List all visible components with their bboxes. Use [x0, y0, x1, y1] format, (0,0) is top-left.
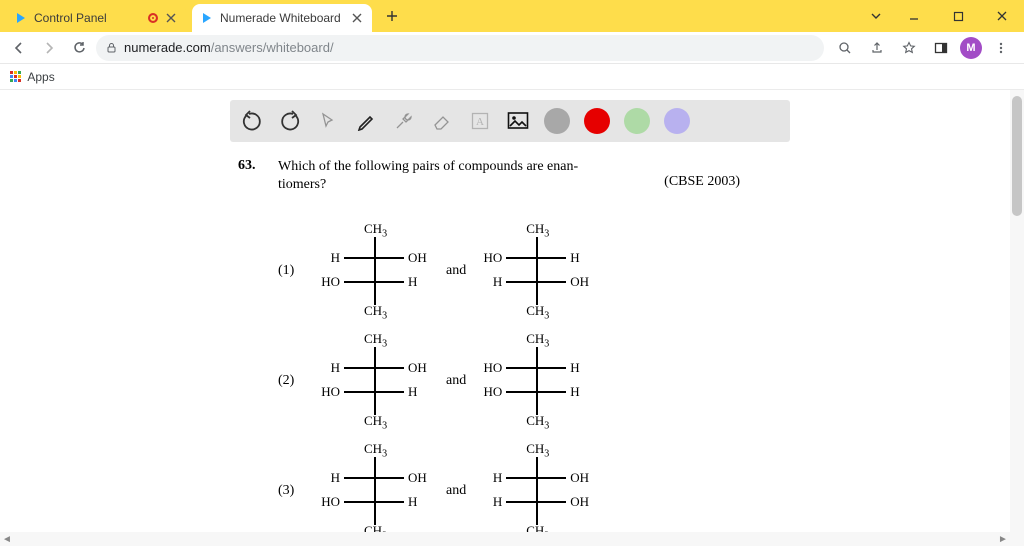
menu-button[interactable] — [988, 35, 1014, 61]
reload-button[interactable] — [66, 35, 92, 61]
window-controls — [860, 0, 1024, 32]
option-label: (2) — [278, 373, 304, 389]
question-number: 63. — [238, 158, 266, 193]
vertical-scrollbar-thumb[interactable] — [1012, 96, 1022, 216]
forward-button[interactable] — [36, 35, 62, 61]
svg-text:A: A — [476, 116, 484, 128]
apps-shortcut[interactable]: Apps — [10, 70, 55, 84]
profile-avatar[interactable]: M — [960, 37, 982, 59]
bookmarks-bar: Apps — [0, 64, 1024, 90]
whiteboard-content: A 63. Which of the following pairs of co… — [230, 100, 790, 546]
panel-toggle-button[interactable] — [928, 35, 954, 61]
tab-control-panel[interactable]: Control Panel — [6, 4, 186, 32]
numerade-favicon — [14, 11, 28, 25]
browser-tab-strip: Control Panel Numerade Whiteboard — [0, 0, 1024, 32]
option-row: (2) CH3 CH3 H OH HO H and CH3 CH3 — [278, 333, 790, 429]
option-row: (1) CH3 CH3 H OH HO H and CH3 CH3 — [278, 223, 790, 319]
fischer-molecule: CH3 CH3 H OH HO H — [320, 333, 430, 429]
fischer-molecule: CH3 CH3 H OH H OH — [482, 443, 592, 539]
share-button[interactable] — [864, 35, 890, 61]
window-maximize-button[interactable] — [936, 0, 980, 32]
option-and: and — [446, 263, 466, 279]
bookmark-star-button[interactable] — [896, 35, 922, 61]
tab-title: Numerade Whiteboard — [220, 11, 344, 25]
color-swatch-gray[interactable] — [544, 108, 570, 134]
back-button[interactable] — [6, 35, 32, 61]
window-minimize-button[interactable] — [892, 0, 936, 32]
option-label: (3) — [278, 483, 304, 499]
tab-close-button[interactable] — [350, 11, 364, 25]
option-row: (3) CH3 CH3 H OH HO H and CH3 CH3 — [278, 443, 790, 539]
tab-title: Control Panel — [34, 11, 142, 25]
apps-grid-icon — [10, 71, 21, 82]
address-bar[interactable]: numerade.com/answers/whiteboard/ — [96, 35, 824, 61]
tab-numerade-whiteboard[interactable]: Numerade Whiteboard — [192, 4, 372, 32]
numerade-favicon — [200, 11, 214, 25]
avatar-letter: M — [966, 42, 975, 54]
option-label: (1) — [278, 263, 304, 279]
scroll-right-arrow[interactable]: ► — [996, 532, 1010, 546]
url-text: numerade.com/answers/whiteboard/ — [124, 40, 334, 55]
undo-button[interactable] — [240, 109, 264, 133]
tab-overflow-button[interactable] — [860, 0, 892, 32]
fischer-molecule: CH3 CH3 H OH HO H — [320, 443, 430, 539]
color-swatch-purple[interactable] — [664, 108, 690, 134]
question-source: (CBSE 2003) — [664, 174, 740, 190]
fischer-molecule: CH3 CH3 HO H H OH — [482, 223, 592, 319]
whiteboard-toolbar: A — [230, 100, 790, 142]
image-tool[interactable] — [506, 109, 530, 133]
lock-icon — [106, 42, 118, 54]
page-viewport: A 63. Which of the following pairs of co… — [0, 90, 1024, 546]
option-and: and — [446, 483, 466, 499]
text-tool[interactable]: A — [468, 109, 492, 133]
new-tab-button[interactable] — [378, 2, 406, 30]
eraser-tool[interactable] — [430, 109, 454, 133]
fischer-molecule: CH3 CH3 HO H HO H — [482, 333, 592, 429]
question-options: (1) CH3 CH3 H OH HO H and CH3 CH3 — [278, 223, 790, 539]
pen-tool[interactable] — [354, 109, 378, 133]
browser-toolbar: numerade.com/answers/whiteboard/ M — [0, 32, 1024, 64]
color-swatch-red[interactable] — [584, 108, 610, 134]
tab-close-button[interactable] — [164, 11, 178, 25]
fischer-molecule: CH3 CH3 H OH HO H — [320, 223, 430, 319]
question-block: 63. Which of the following pairs of comp… — [230, 158, 790, 539]
vertical-scrollbar[interactable] — [1010, 90, 1024, 546]
tools-button[interactable] — [392, 109, 416, 133]
recording-indicator-icon — [148, 13, 158, 23]
question-text: Which of the following pairs of compound… — [278, 158, 578, 193]
horizontal-scrollbar[interactable]: ◄ ► — [0, 532, 1010, 546]
color-swatch-green[interactable] — [624, 108, 650, 134]
option-and: and — [446, 373, 466, 389]
search-engine-icon[interactable] — [832, 35, 858, 61]
redo-button[interactable] — [278, 109, 302, 133]
toolbar-right-cluster: M — [828, 35, 1018, 61]
pointer-tool[interactable] — [316, 109, 340, 133]
apps-label: Apps — [27, 70, 54, 84]
window-close-button[interactable] — [980, 0, 1024, 32]
scroll-left-arrow[interactable]: ◄ — [0, 532, 14, 546]
